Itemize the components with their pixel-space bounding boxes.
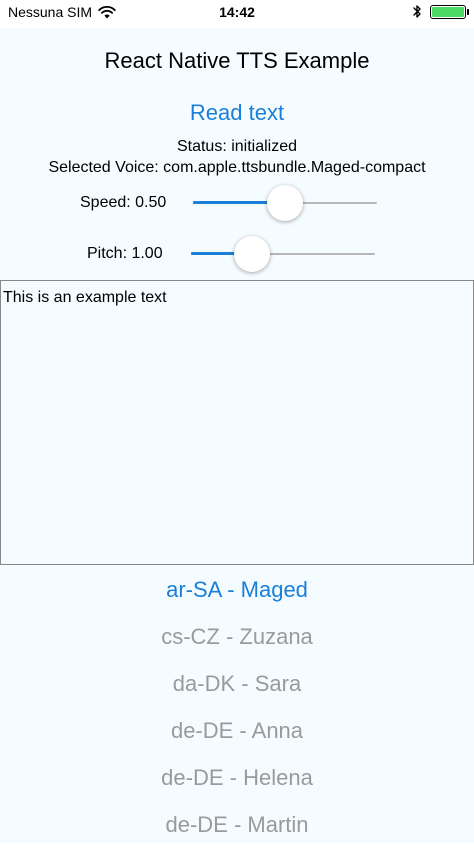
text-input[interactable]: This is an example text [0, 280, 474, 565]
speed-label: Speed: 0.50 [80, 194, 167, 211]
voice-item[interactable]: da-DK - Sara [0, 664, 474, 711]
pitch-slider[interactable] [190, 234, 375, 274]
page-title: React Native TTS Example [104, 48, 370, 73]
voice-item[interactable]: de-DE - Martin [0, 805, 474, 852]
speed-row: Speed: 0.50 [80, 183, 378, 223]
speed-slider[interactable] [193, 183, 378, 223]
voice-item[interactable]: de-DE - Helena [0, 758, 474, 805]
app-container: React Native TTS Example Read text Statu… [0, 28, 474, 843]
voice-list: ar-SA - Maged cs-CZ - Zuzana da-DK - Sara d… [0, 570, 474, 852]
pitch-row: Pitch: 1.00 [87, 234, 375, 274]
status-bar: Nessuna SIM 14:42 [0, 0, 474, 28]
bluetooth-icon [413, 5, 421, 18]
voice-item[interactable]: cs-CZ - Zuzana [0, 617, 474, 664]
pitch-slider-thumb[interactable] [233, 236, 270, 272]
status-text: Status: initialized [176, 138, 298, 155]
battery-icon [430, 4, 469, 19]
read-text-button[interactable]: Read text [0, 100, 474, 126]
battery-level [432, 6, 464, 17]
selected-voice-text: Selected Voice: com.apple.ttsbundle.Mage… [48, 159, 426, 176]
pitch-label: Pitch: 1.00 [87, 245, 163, 262]
voice-item[interactable]: ar-SA - Maged [0, 570, 474, 617]
voice-item[interactable]: de-DE - Anna [0, 711, 474, 758]
speed-slider-thumb[interactable] [267, 185, 304, 221]
status-icons [412, 4, 469, 19]
clock: 14:42 [219, 4, 255, 20]
